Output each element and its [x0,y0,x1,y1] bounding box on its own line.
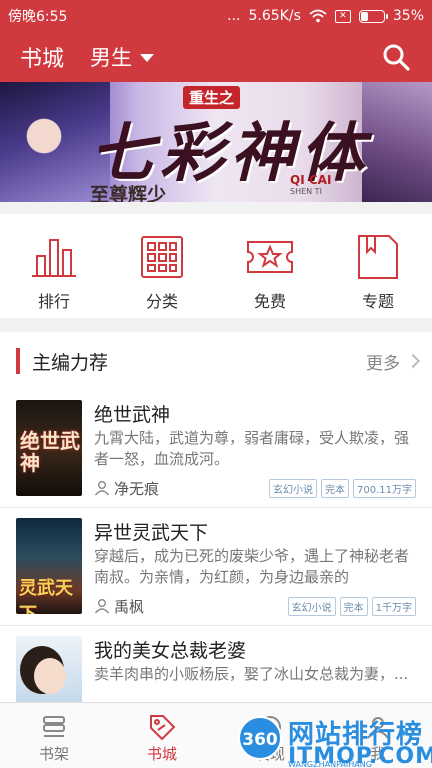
book-info: 异世灵武天下 穿越后，成为已死的废柴少爷，遇上了神秘老者南叔。为亲情，为红颜，为… [94,518,416,616]
banner-seal: 重生之 [183,86,241,109]
user-icon [94,599,110,614]
book-info: 绝世武神 九霄大陆，武道为尊，弱者庸碌，受人欺凌，强者一怒，血流成河。 净无痕 … [94,400,416,498]
tab-profile[interactable]: 我 [324,703,432,768]
book-author: 禹枫 [94,596,288,617]
nav-label: 排行 [37,292,70,311]
status-bar: 傍晚6:55 ... 5.65K/s ✕ 35% [0,0,432,32]
promo-banner[interactable]: 七彩神体 重生之 QI CAI SHEN TI 至尊辉少 [0,82,432,202]
chevron-down-icon [140,54,155,62]
chevron-right-icon [405,353,421,369]
category-nav: 排行 分类 免费 专题 [0,214,432,318]
tab-store[interactable]: 书城 [108,703,216,768]
book-title: 异世灵武天下 [94,522,209,544]
banner-subtitle: 至尊辉少 [90,184,167,202]
sim-icon: ✕ [334,9,351,23]
tag-genre: 玄幻小说 [269,478,317,498]
banner-pinyin-1: QI CAI [290,173,332,187]
ranking-bars-icon [32,239,76,277]
book-author: 净无痕 [94,478,269,499]
book-cover: 绝世武神 [16,400,82,496]
cover-portrait [34,658,66,694]
app-title: 书城 [20,47,65,72]
tab-label: 发现 [254,745,285,763]
tab-discover[interactable]: 发现 [216,703,324,768]
category-grid-icon [141,236,183,278]
book-meta: 禹枫 玄幻小说 完本 1千万字 [94,596,416,616]
nav-label: 免费 [253,292,286,311]
section-header: 主编力荐 更多 [0,332,432,390]
bottom-tab-bar: 书架 书城 发现 我 [0,702,432,768]
banner-pinyin-2: SHEN TI [290,187,322,196]
tag-wordcount: 1千万字 [371,596,416,616]
book-title: 我的美女总裁老婆 [94,640,247,662]
book-description: 穿越后，成为已死的废柴少爷，遇上了神秘老者南叔。为亲情，为红颜，为身边最亲的 [94,547,410,586]
search-icon [383,44,410,71]
battery-percent: 35% [392,8,424,24]
book-tags: 玄幻小说 完本 1千万字 [287,596,416,616]
free-ticket-icon [247,241,293,273]
nav-label: 分类 [145,292,178,311]
more-button[interactable]: 更多 [366,349,421,374]
nav-item-category[interactable]: 分类 [108,214,216,318]
section-accent-bar [16,348,20,374]
tag-status: 完本 [321,478,349,498]
battery-icon [358,9,388,23]
tab-bookshelf[interactable]: 书架 [0,703,108,768]
cover-title: 绝世武神 [20,429,80,475]
author-name: 禹枫 [114,597,145,616]
status-dots: ... [227,8,241,24]
book-description: 九霄大陆，武道为尊，弱者庸碌，受人欺凌，强者一怒，血流成河。 [94,429,410,468]
book-meta: 净无痕 玄幻小说 完本 700.11万字 [94,478,416,498]
topic-book-icon [358,235,398,279]
book-tags: 玄幻小说 完本 700.11万字 [269,478,416,498]
status-time: 傍晚6:55 [8,9,68,25]
profile-icon [367,717,389,739]
bookshelf-icon [43,716,65,737]
book-info: 我的美女总裁老婆 卖羊肉串的小贩杨辰，娶了冰山女总裁为妻，... [94,636,416,706]
section-title: 主编力荐 [32,351,109,374]
tab-label: 书城 [146,745,177,763]
book-item[interactable]: 绝世武神 绝世武神 九霄大陆，武道为尊，弱者庸碌，受人欺凌，强者一怒，血流成河。… [0,390,432,508]
nav-label: 专题 [361,292,394,311]
wifi-icon [309,9,327,23]
author-name: 净无痕 [114,479,160,498]
nav-item-free[interactable]: 免费 [216,214,324,318]
store-tag-icon [150,715,176,741]
banner-character-right [362,82,432,202]
channel-selector[interactable]: 男生 [90,42,155,72]
tab-label: 我 [370,745,386,763]
cover-title: 灵武天下 [19,578,73,614]
banner-pinyin: QI CAI SHEN TI [290,174,331,198]
battery-fill [360,11,368,21]
nav-item-ranking[interactable]: 排行 [0,214,108,318]
book-title: 绝世武神 [94,404,171,426]
search-button[interactable] [380,41,412,73]
discover-icon [259,716,281,738]
book-description: 卖羊肉串的小贩杨辰，娶了冰山女总裁为妻，... [94,665,409,683]
tag-genre: 玄幻小说 [287,596,336,616]
nav-item-topic[interactable]: 专题 [324,214,432,318]
more-label: 更多 [366,353,400,374]
book-item[interactable]: 灵武天下 异世灵武天下 穿越后，成为已死的废柴少爷，遇上了神秘老者南叔。为亲情，… [0,508,432,626]
network-speed: 5.65K/s [248,8,301,24]
tag-wordcount: 700.11万字 [353,478,416,498]
app-bar: 书城 男生 [0,32,432,82]
editor-picks-section: 主编力荐 更多 绝世武神 绝世武神 九霄大陆，武道为尊，弱者庸碌，受人欺凌，强者… [0,332,432,732]
book-cover: 灵武天下 [16,518,82,614]
tab-label: 书架 [38,745,69,763]
channel-label: 男生 [90,46,133,70]
tag-status: 完本 [339,596,368,616]
status-right: ... 5.65K/s ✕ 35% [227,8,424,24]
user-icon [94,481,110,496]
